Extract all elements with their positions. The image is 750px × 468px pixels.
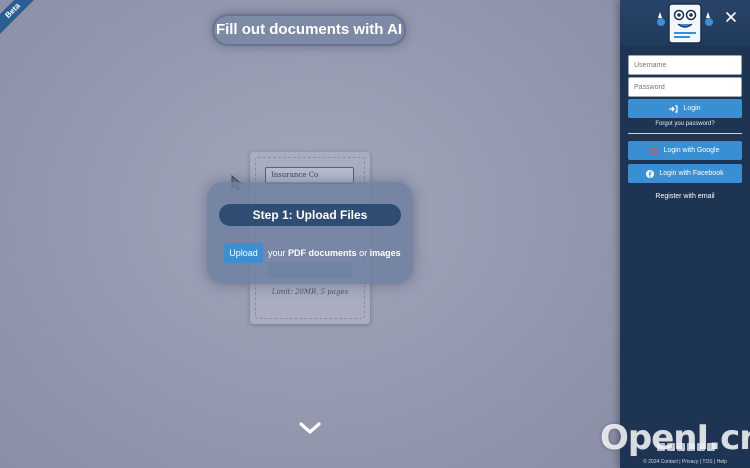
google-login-button[interactable]: Login with Google (628, 141, 742, 160)
upload-text-your: your (268, 248, 286, 258)
chevron-down-icon[interactable] (297, 418, 323, 438)
facebook-login-button[interactable]: Login with Facebook (628, 164, 742, 183)
watermark: OpenI.cn (600, 418, 750, 458)
upload-text-images: images (369, 248, 401, 258)
password-input[interactable] (628, 77, 742, 97)
upload-row: Upload your PDF documents or images (224, 243, 401, 263)
step-panel: Step 1: Upload Files Upload your PDF doc… (207, 182, 413, 284)
google-icon (650, 146, 659, 155)
login-sidebar: Login Forgot you password? Login with Go… (620, 0, 750, 468)
forgot-password-link[interactable]: Forgot you password? (628, 121, 742, 127)
preview-limit-text: Limit: 20MB, 5 pages (271, 288, 349, 296)
upload-text-pdf: PDF documents (288, 248, 357, 258)
facebook-icon (646, 169, 655, 178)
main-stage: Beta Fill out documents with AI Insuranc… (0, 0, 620, 468)
facebook-login-label: Login with Facebook (659, 170, 724, 177)
google-login-label: Login with Google (663, 147, 720, 154)
register-email-link[interactable]: Register with email (628, 193, 742, 200)
sidebar-header (620, 0, 750, 46)
close-icon[interactable] (724, 10, 738, 24)
upload-text-or: or (359, 248, 368, 258)
sidebar-divider (628, 133, 742, 134)
footer-links[interactable]: © 2024 Contact | Privacy | TOS | Help (620, 459, 750, 465)
mascot-logo-icon (657, 3, 713, 44)
login-button-label: Login (683, 105, 701, 112)
login-button[interactable]: Login (628, 99, 742, 118)
beta-ribbon: Beta (0, 0, 43, 41)
username-input[interactable] (628, 55, 742, 75)
step-title: Step 1: Upload Files (219, 204, 401, 226)
sign-in-icon (669, 104, 679, 113)
hero-title: Fill out documents with AI (212, 14, 406, 46)
upload-button[interactable]: Upload (224, 243, 263, 263)
